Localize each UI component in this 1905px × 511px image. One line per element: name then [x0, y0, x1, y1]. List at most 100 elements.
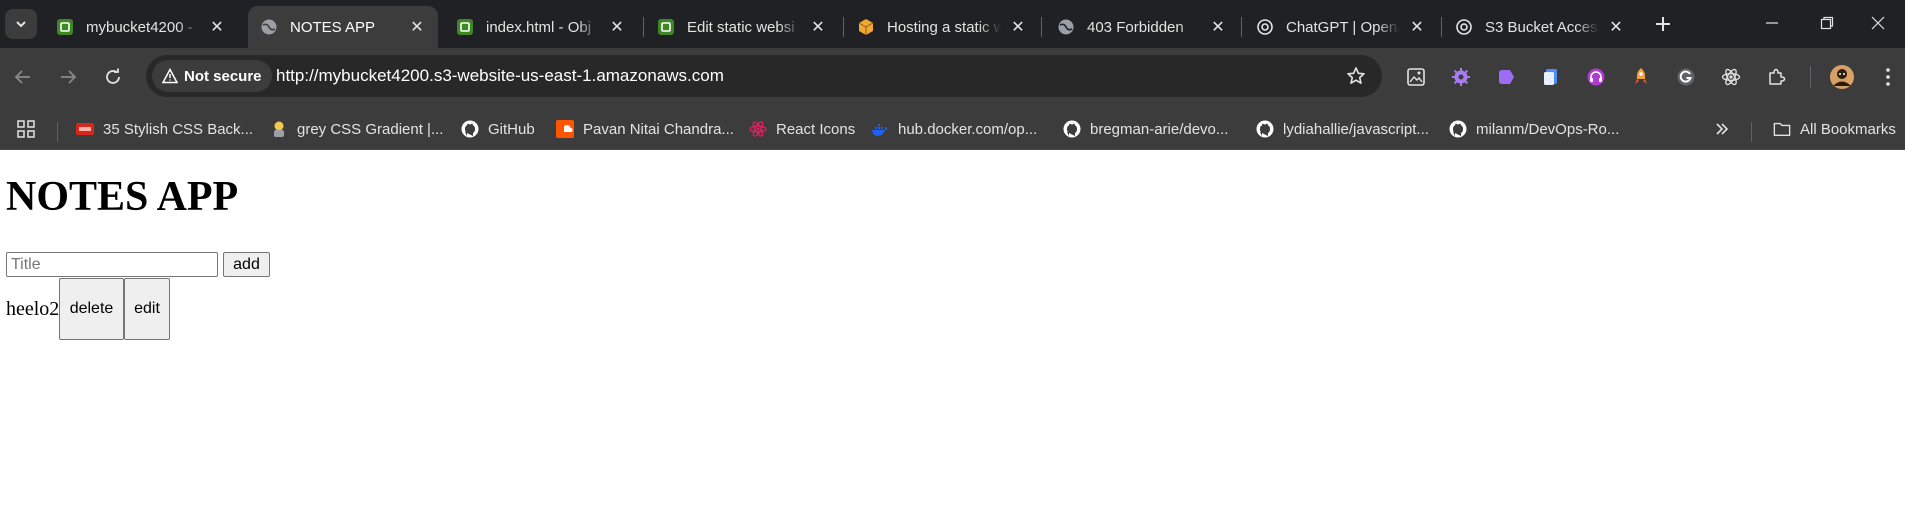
kebab-menu-icon[interactable] [1875, 64, 1901, 90]
github-icon [461, 120, 479, 138]
reload-button[interactable] [96, 60, 130, 94]
document-extension-icon[interactable] [1538, 64, 1564, 90]
double-chevron-right-icon [1716, 123, 1729, 135]
image-extension-icon[interactable] [1403, 64, 1429, 90]
react-devtools-icon[interactable] [1718, 64, 1744, 90]
reload-icon [106, 68, 120, 84]
url-text[interactable]: http://mybucket4200.s3-website-us-east-1… [276, 66, 724, 86]
tab-title: Edit static websi [687, 18, 795, 36]
new-tab-button[interactable] [1648, 9, 1678, 39]
all-bookmarks-button[interactable]: All Bookmarks [1773, 117, 1896, 141]
browser-toolbar: Not secure http://mybucket4200.s3-websit… [0, 48, 1905, 108]
bookmark-milanm-devops[interactable]: milanm/DevOps-Ro... [1449, 117, 1619, 141]
aws-s3-icon [56, 18, 74, 36]
bookmarks-divider [57, 122, 58, 142]
tab-strip: mybucket4200 - ✕ NOTES APP ✕ index.html … [0, 0, 1905, 48]
bookmark-label: milanm/DevOps-Ro... [1476, 120, 1620, 138]
close-window-icon [1871, 16, 1885, 30]
profile-avatar[interactable] [1829, 64, 1855, 90]
tab-divider [643, 17, 644, 37]
bookmark-bregman-arie[interactable]: bregman-arie/devo... [1063, 117, 1228, 141]
tab-edit-static-website[interactable]: Edit static websi ✕ [645, 6, 839, 48]
bookmarks-bar: 35 Stylish CSS Back... grey CSS Gradient… [0, 108, 1905, 150]
tag-extension-icon[interactable] [1493, 64, 1519, 90]
openai-icon [1455, 18, 1473, 36]
react-icon [749, 120, 767, 138]
close-icon[interactable]: ✕ [1007, 16, 1029, 38]
bookmark-github[interactable]: GitHub [461, 117, 535, 141]
tab-divider [1441, 17, 1442, 37]
tab-search-button[interactable] [5, 9, 37, 39]
bookmark-label: lydiahallie/javascript... [1283, 120, 1429, 138]
security-chip[interactable]: Not secure [152, 60, 272, 92]
restore-button[interactable] [1800, 0, 1854, 46]
minimize-button[interactable] [1745, 0, 1799, 46]
github-icon [1449, 120, 1467, 138]
close-icon[interactable]: ✕ [206, 16, 228, 38]
bookmark-label: React Icons [776, 120, 856, 138]
aws-s3-icon [456, 18, 474, 36]
warning-triangle-icon [162, 68, 178, 84]
tab-403-forbidden[interactable]: 403 Forbidden ✕ [1045, 6, 1239, 48]
bookmark-lydiahallie[interactable]: lydiahallie/javascript... [1256, 117, 1429, 141]
close-icon[interactable]: ✕ [1207, 16, 1229, 38]
aws-docs-icon [857, 18, 875, 36]
close-icon[interactable]: ✕ [1605, 16, 1627, 38]
tab-divider [843, 17, 844, 37]
docker-icon [871, 120, 889, 138]
close-icon[interactable]: ✕ [406, 16, 428, 38]
all-bookmarks-label: All Bookmarks [1800, 120, 1896, 138]
bookmark-favicon-avatar [270, 120, 288, 138]
tab-divider [1241, 17, 1242, 37]
address-bar[interactable]: Not secure http://mybucket4200.s3-websit… [146, 55, 1382, 97]
tab-notes-app[interactable]: NOTES APP ✕ [248, 6, 438, 48]
bookmark-grey-css-gradient[interactable]: grey CSS Gradient |... [270, 117, 443, 141]
tab-chatgpt[interactable]: ChatGPT | OpenA ✕ [1244, 6, 1438, 48]
soundcloud-icon [556, 120, 574, 138]
tab-title: S3 Bucket Access [1485, 18, 1599, 36]
close-icon[interactable]: ✕ [1406, 16, 1428, 38]
folder-icon [1773, 120, 1791, 138]
apps-grid-icon [17, 120, 35, 138]
close-icon[interactable]: ✕ [606, 16, 628, 38]
bookmark-label: GitHub [488, 120, 535, 138]
tab-title: mybucket4200 - [86, 18, 193, 36]
bookmark-pavan-nitai[interactable]: Pavan Nitai Chandra... [556, 117, 734, 141]
close-window-button[interactable] [1851, 0, 1905, 46]
tab-index-html[interactable]: index.html - Obj ✕ [444, 6, 638, 48]
bookmark-stylish-css[interactable]: 35 Stylish CSS Back... [76, 117, 253, 141]
bookmark-label: hub.docker.com/op... [898, 120, 1038, 138]
bookmark-label: Pavan Nitai Chandra... [583, 120, 734, 138]
extensions-puzzle-icon[interactable] [1763, 64, 1789, 90]
bookmarks-overflow-button[interactable] [1714, 117, 1730, 141]
headphones-extension-icon[interactable] [1583, 64, 1609, 90]
add-button[interactable]: add [223, 252, 270, 277]
rocket-extension-icon[interactable] [1628, 64, 1654, 90]
minimize-icon [1766, 22, 1778, 24]
tab-mybucket[interactable]: mybucket4200 - ✕ [44, 6, 238, 48]
aws-s3-icon [657, 18, 675, 36]
arrow-right-icon [61, 70, 77, 84]
globe-icon [260, 18, 278, 36]
delete-button[interactable]: delete [59, 278, 124, 340]
tab-title: NOTES APP [290, 18, 376, 36]
tab-hosting-static[interactable]: Hosting a static w ✕ [845, 6, 1039, 48]
openai-icon [1256, 18, 1274, 36]
tab-s3-bucket-access[interactable]: S3 Bucket Access ✕ [1443, 6, 1637, 48]
bookmark-star-icon[interactable] [1344, 64, 1368, 88]
apps-grid-button[interactable] [16, 117, 36, 141]
arrow-left-icon [14, 70, 30, 84]
forward-button[interactable] [51, 60, 85, 94]
grammarly-extension-icon[interactable] [1673, 64, 1699, 90]
bookmark-docker-hub[interactable]: hub.docker.com/op... [871, 117, 1037, 141]
edit-button[interactable]: edit [124, 278, 170, 340]
back-button[interactable] [6, 60, 40, 94]
page-viewport: NOTES APP add heelo2 delete edit [0, 150, 1905, 511]
close-icon[interactable]: ✕ [807, 16, 829, 38]
bookmark-react-icons[interactable]: React Icons [749, 117, 855, 141]
bookmark-favicon-red [76, 120, 94, 138]
title-input[interactable] [6, 252, 218, 277]
note-text: heelo2 [6, 298, 60, 320]
gear-extension-icon[interactable] [1448, 64, 1474, 90]
tab-divider [1041, 17, 1042, 37]
